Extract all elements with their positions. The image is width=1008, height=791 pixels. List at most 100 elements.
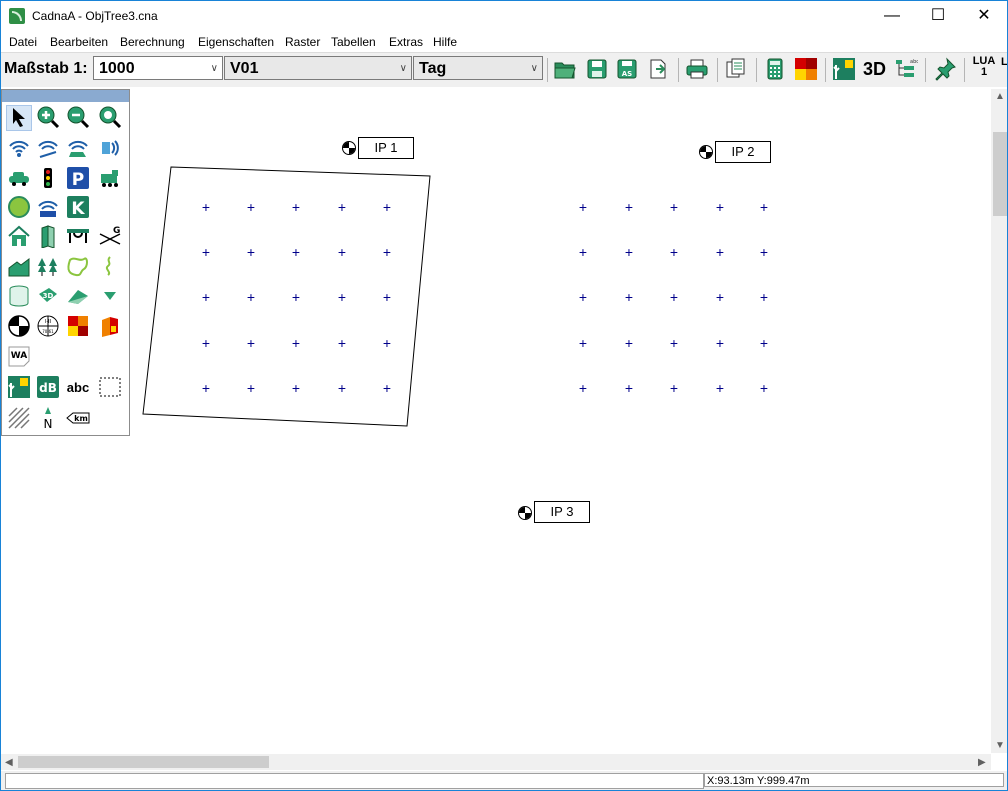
receiver-point-icon[interactable] xyxy=(699,145,713,159)
tennis-court-icon[interactable] xyxy=(6,195,32,221)
menu-bearbeiten[interactable]: Bearbeiten xyxy=(50,35,108,49)
grid-point-icon: + xyxy=(246,244,256,260)
menu-raster[interactable]: Raster xyxy=(285,35,320,49)
traffic-light-icon[interactable] xyxy=(35,166,61,192)
scroll-up-icon[interactable]: ▲ xyxy=(995,91,1005,102)
forest-icon[interactable] xyxy=(35,254,61,280)
grid-point-icon: + xyxy=(337,289,347,305)
period-combobox[interactable]: Tag ∨ xyxy=(413,56,543,80)
title-bar: CadnaA - ObjTree3.cna — ☐ ✕ xyxy=(1,1,1007,31)
horizontal-scroll-thumb[interactable] xyxy=(18,756,269,768)
grid-point-icon: + xyxy=(201,289,211,305)
railway-icon[interactable] xyxy=(97,166,123,192)
built-up-area-icon[interactable] xyxy=(65,254,91,280)
object-tree-icon[interactable]: abc xyxy=(894,57,918,81)
3d-reflector-icon[interactable]: 3D xyxy=(35,284,61,310)
grid-point-icon: + xyxy=(669,335,679,351)
scale-combobox[interactable]: 1000 ∨ xyxy=(93,56,223,80)
industrial-source-icon[interactable] xyxy=(35,195,61,221)
grid-map-icon[interactable] xyxy=(65,314,91,340)
main-toolbar: Maßstab 1: 1000 ∨ V01 ∨ Tag ∨ AS 3D ab L… xyxy=(1,52,1007,87)
menu-extras[interactable]: Extras xyxy=(389,35,423,49)
grid-point-icon: + xyxy=(759,199,769,215)
copy-pages-icon[interactable] xyxy=(724,57,748,81)
building-icon[interactable] xyxy=(6,224,32,250)
save-as-icon[interactable]: AS xyxy=(615,57,639,81)
vertical-scroll-thumb[interactable] xyxy=(993,132,1007,216)
industrial-building-icon[interactable] xyxy=(6,254,32,280)
embankment-icon[interactable] xyxy=(65,284,91,310)
north-arrow-icon[interactable]: N xyxy=(35,406,61,432)
building-evaluation-icon[interactable]: I-II 70 61 xyxy=(35,314,61,340)
parking-lot-icon[interactable]: P xyxy=(65,166,91,192)
road-icon[interactable] xyxy=(6,166,32,192)
zoom-out-icon[interactable] xyxy=(65,105,91,131)
variant-value: V01 xyxy=(230,60,259,77)
building-outline[interactable] xyxy=(1,89,991,754)
grid-point-icon: + xyxy=(578,289,588,305)
point-source-icon[interactable] xyxy=(6,136,32,162)
facade-grid-icon[interactable] xyxy=(97,314,123,340)
receiver-label-ip3[interactable]: IP 3 xyxy=(534,501,590,523)
noise-map-icon[interactable] xyxy=(794,57,818,81)
zoom-in-icon[interactable] xyxy=(35,105,61,131)
receiver-label-ip1[interactable]: IP 1 xyxy=(358,137,414,159)
scroll-down-icon[interactable]: ▼ xyxy=(995,740,1005,751)
cylinder-icon[interactable] xyxy=(6,284,32,310)
print-icon[interactable] xyxy=(685,57,709,81)
toolbar-separator xyxy=(964,58,965,82)
bridge-icon[interactable] xyxy=(65,224,91,250)
pin-icon[interactable] xyxy=(933,57,957,81)
close-button[interactable]: ✕ xyxy=(961,1,1007,31)
receiver-label-ip2[interactable]: IP 2 xyxy=(715,141,771,163)
select-pointer-icon[interactable] xyxy=(6,105,32,131)
line-source-icon[interactable] xyxy=(35,136,61,162)
scroll-right-icon[interactable]: ▶ xyxy=(978,757,986,768)
area-source-icon[interactable] xyxy=(65,136,91,162)
menu-eigenschaften[interactable]: Eigenschaften xyxy=(198,35,274,49)
scale-bar-icon[interactable]: km xyxy=(65,406,91,432)
minimize-button[interactable]: — xyxy=(869,1,915,31)
3d-button[interactable]: 3D xyxy=(863,59,891,83)
grid-point-icon: + xyxy=(759,335,769,351)
variant-combobox[interactable]: V01 ∨ xyxy=(224,56,412,80)
menu-hilfe[interactable]: Hilfe xyxy=(433,35,457,49)
section-box-icon[interactable] xyxy=(97,375,123,401)
designated-area-icon[interactable]: WA xyxy=(6,344,32,370)
barrier-icon[interactable] xyxy=(35,224,61,250)
k-object-icon[interactable]: K xyxy=(65,195,91,221)
open-folder-icon[interactable] xyxy=(553,57,577,81)
hatching-icon[interactable] xyxy=(6,406,32,432)
menu-datei[interactable]: Datei xyxy=(9,35,37,49)
db-text-icon[interactable]: dB xyxy=(35,375,61,401)
ground-absorption-icon[interactable]: G xyxy=(97,224,123,250)
vertical-area-source-icon[interactable] xyxy=(97,136,123,162)
period-value: Tag xyxy=(419,60,447,77)
grid-point-icon: + xyxy=(382,199,392,215)
maximize-button[interactable]: ☐ xyxy=(915,1,961,31)
height-point-icon[interactable] xyxy=(97,284,123,310)
menu-tabellen[interactable]: Tabellen xyxy=(331,35,376,49)
calculator-icon[interactable] xyxy=(763,57,787,81)
grid-point-icon: + xyxy=(715,289,725,305)
landscape-icon[interactable] xyxy=(832,57,856,81)
contour-line-icon[interactable] xyxy=(97,254,123,280)
grid-point-icon: + xyxy=(201,199,211,215)
export-icon[interactable] xyxy=(646,57,670,81)
text-object-icon[interactable]: abc xyxy=(65,375,91,401)
status-bar: X:93.13m Y:999.47m xyxy=(1,771,1007,790)
grid-point-icon: + xyxy=(578,244,588,260)
lua-button[interactable]: LUA 1 xyxy=(971,56,997,78)
save-icon[interactable] xyxy=(585,57,609,81)
palette-title-bar[interactable] xyxy=(2,90,129,102)
receiver-point-icon[interactable] xyxy=(342,141,356,155)
receiver-point-icon[interactable] xyxy=(6,314,32,340)
chart-object-icon[interactable] xyxy=(6,375,32,401)
zoom-window-icon[interactable] xyxy=(97,105,123,131)
toolbar-overflow-button[interactable]: L xyxy=(1001,56,1007,68)
menu-berechnung[interactable]: Berechnung xyxy=(120,35,185,49)
scroll-left-icon[interactable]: ◀ xyxy=(5,757,13,768)
map-canvas[interactable]: + + + + + + + + + + + + + + + + + + + + + + + + + + + + + + + + + + + + + + +… xyxy=(1,89,991,754)
chevron-down-icon: ∨ xyxy=(210,63,218,74)
receiver-point-icon[interactable] xyxy=(518,506,532,520)
